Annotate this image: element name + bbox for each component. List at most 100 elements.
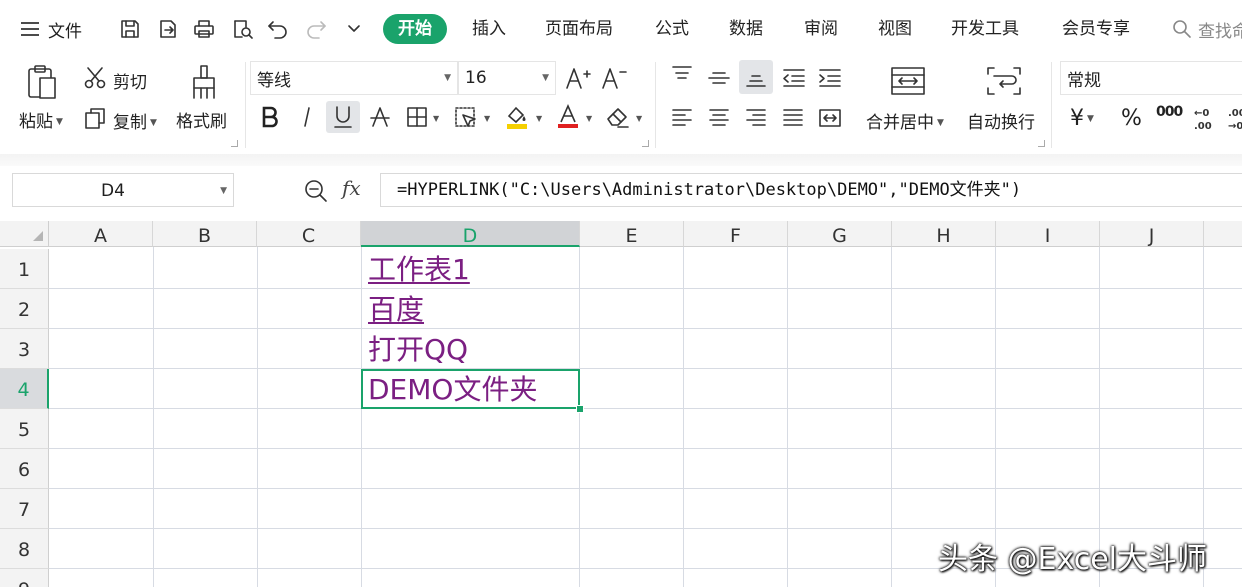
alignment-launcher[interactable] (1038, 140, 1045, 147)
save-icon[interactable] (116, 15, 144, 43)
align-left-icon[interactable] (668, 104, 696, 132)
tab-formulas[interactable]: 公式 (655, 14, 689, 44)
print-preview-icon[interactable] (228, 15, 256, 43)
tab-developer[interactable]: 开发工具 (951, 14, 1019, 44)
chevron-down-icon[interactable]: ▼ (636, 114, 642, 123)
tab-page-layout[interactable]: 页面布局 (545, 14, 613, 44)
column-header-k[interactable] (1204, 221, 1242, 247)
fill-handle[interactable] (576, 405, 584, 413)
row-header-4[interactable]: 4 (0, 369, 49, 409)
distributed-icon[interactable] (816, 104, 844, 132)
tab-review[interactable]: 审阅 (804, 14, 838, 44)
select-all-corner[interactable] (0, 221, 49, 247)
svg-text:.00: .00 (1228, 108, 1242, 119)
column-header-b[interactable]: B (153, 221, 257, 247)
cell-style-icon[interactable] (452, 103, 480, 131)
font-name-select[interactable]: 等线 ▼ (250, 61, 458, 95)
decrease-font-icon[interactable] (600, 64, 628, 92)
bold-icon[interactable] (256, 103, 284, 131)
row-header-8[interactable]: 8 (0, 529, 49, 569)
zoom-icon[interactable] (301, 176, 331, 206)
tab-member[interactable]: 会员专享 (1062, 14, 1130, 44)
align-right-icon[interactable] (742, 104, 770, 132)
font-color-icon[interactable] (554, 103, 582, 131)
cell-d2-hyperlink[interactable]: 百度 (368, 293, 424, 327)
column-header-d[interactable]: D (361, 221, 580, 247)
cut-icon[interactable] (81, 64, 109, 92)
row-header-1[interactable]: 1 (0, 249, 49, 289)
row-header-9[interactable]: 9 (0, 569, 49, 587)
increase-font-icon[interactable] (564, 64, 592, 92)
column-header-a[interactable]: A (49, 221, 153, 247)
thousands-button[interactable]: 000 (1156, 104, 1183, 120)
align-bottom-icon[interactable] (739, 60, 773, 94)
tab-view[interactable]: 视图 (878, 14, 912, 44)
wrap-text-icon[interactable] (984, 63, 1024, 99)
underline-icon[interactable] (326, 101, 360, 133)
row-header-6[interactable]: 6 (0, 449, 49, 489)
increase-indent-icon[interactable] (816, 64, 844, 92)
column-header-i[interactable]: I (996, 221, 1100, 247)
column-header-j[interactable]: J (1100, 221, 1204, 247)
row-header-2[interactable]: 2 (0, 289, 49, 329)
currency-button[interactable]: ¥ ▼ (1070, 106, 1094, 131)
decrease-indent-icon[interactable] (780, 64, 808, 92)
font-size-select[interactable]: 16 ▼ (458, 61, 556, 95)
fill-color-icon[interactable] (503, 103, 531, 131)
column-header-h[interactable]: H (892, 221, 996, 247)
merge-center-button[interactable]: 合并居中 ▼ (866, 108, 944, 133)
chevron-down-icon[interactable]: ▼ (433, 114, 439, 123)
cut-button[interactable]: 剪切 (113, 68, 147, 93)
copy-button[interactable]: 复制 ▼ (113, 108, 157, 133)
paste-icon[interactable] (22, 62, 62, 102)
tab-data[interactable]: 数据 (729, 14, 763, 44)
cell-d1-hyperlink[interactable]: 工作表1 (368, 253, 470, 287)
percent-button[interactable]: % (1121, 106, 1142, 131)
italic-icon[interactable] (293, 103, 321, 131)
number-format-select[interactable]: 常规 (1060, 61, 1242, 95)
chevron-down-icon[interactable]: ▼ (586, 114, 592, 123)
row-header-5[interactable]: 5 (0, 409, 49, 449)
borders-icon[interactable] (403, 103, 431, 131)
justify-icon[interactable] (779, 104, 807, 132)
insert-function-icon[interactable]: fx (342, 176, 361, 200)
quick-access-more-icon[interactable] (340, 15, 368, 43)
file-menu[interactable]: 文件 (20, 14, 82, 44)
strikethrough-icon[interactable] (366, 103, 394, 131)
chevron-down-icon[interactable]: ▼ (220, 186, 227, 196)
undo-icon[interactable] (264, 15, 292, 43)
export-pdf-icon[interactable] (154, 15, 182, 43)
copy-icon[interactable] (81, 104, 109, 132)
align-center-icon[interactable] (705, 104, 733, 132)
decrease-decimal-icon[interactable]: .00→0 (1226, 104, 1242, 132)
increase-decimal-icon[interactable]: ←0.00 (1192, 104, 1220, 132)
column-header-c[interactable]: C (257, 221, 361, 247)
align-top-icon[interactable] (668, 62, 696, 90)
font-launcher[interactable] (642, 140, 649, 147)
spreadsheet-grid: A B C D E F G H I J 1 2 3 4 5 6 7 8 9 工作… (0, 221, 1242, 587)
chevron-down-icon[interactable]: ▼ (536, 114, 542, 123)
merge-center-icon[interactable] (888, 63, 928, 99)
row-header-3[interactable]: 3 (0, 329, 49, 369)
tab-insert[interactable]: 插入 (472, 14, 506, 44)
clear-format-icon[interactable] (604, 103, 632, 131)
tab-start[interactable]: 开始 (383, 14, 447, 44)
row-header-7[interactable]: 7 (0, 489, 49, 529)
column-header-g[interactable]: G (788, 221, 892, 247)
redo-icon[interactable] (302, 15, 330, 43)
formula-input[interactable]: =HYPERLINK("C:\Users\Administrator\Deskt… (380, 173, 1242, 207)
print-icon[interactable] (190, 15, 218, 43)
name-box[interactable]: D4 ▼ (12, 173, 234, 207)
column-header-f[interactable]: F (684, 221, 788, 247)
chevron-down-icon[interactable]: ▼ (484, 114, 490, 123)
column-header-e[interactable]: E (580, 221, 684, 247)
clipboard-launcher[interactable] (231, 140, 238, 147)
wrap-text-button[interactable]: 自动换行 (967, 108, 1035, 133)
chevron-down-icon: ▼ (444, 73, 451, 83)
align-middle-icon[interactable] (705, 64, 733, 92)
command-search[interactable]: 查找命令 (1172, 14, 1242, 44)
format-painter-button[interactable]: 格式刷 (176, 107, 227, 132)
cell-d3-hyperlink[interactable]: 打开QQ (368, 333, 468, 367)
paste-button[interactable]: 粘贴 ▼ (19, 107, 63, 132)
format-painter-icon[interactable] (186, 62, 222, 102)
